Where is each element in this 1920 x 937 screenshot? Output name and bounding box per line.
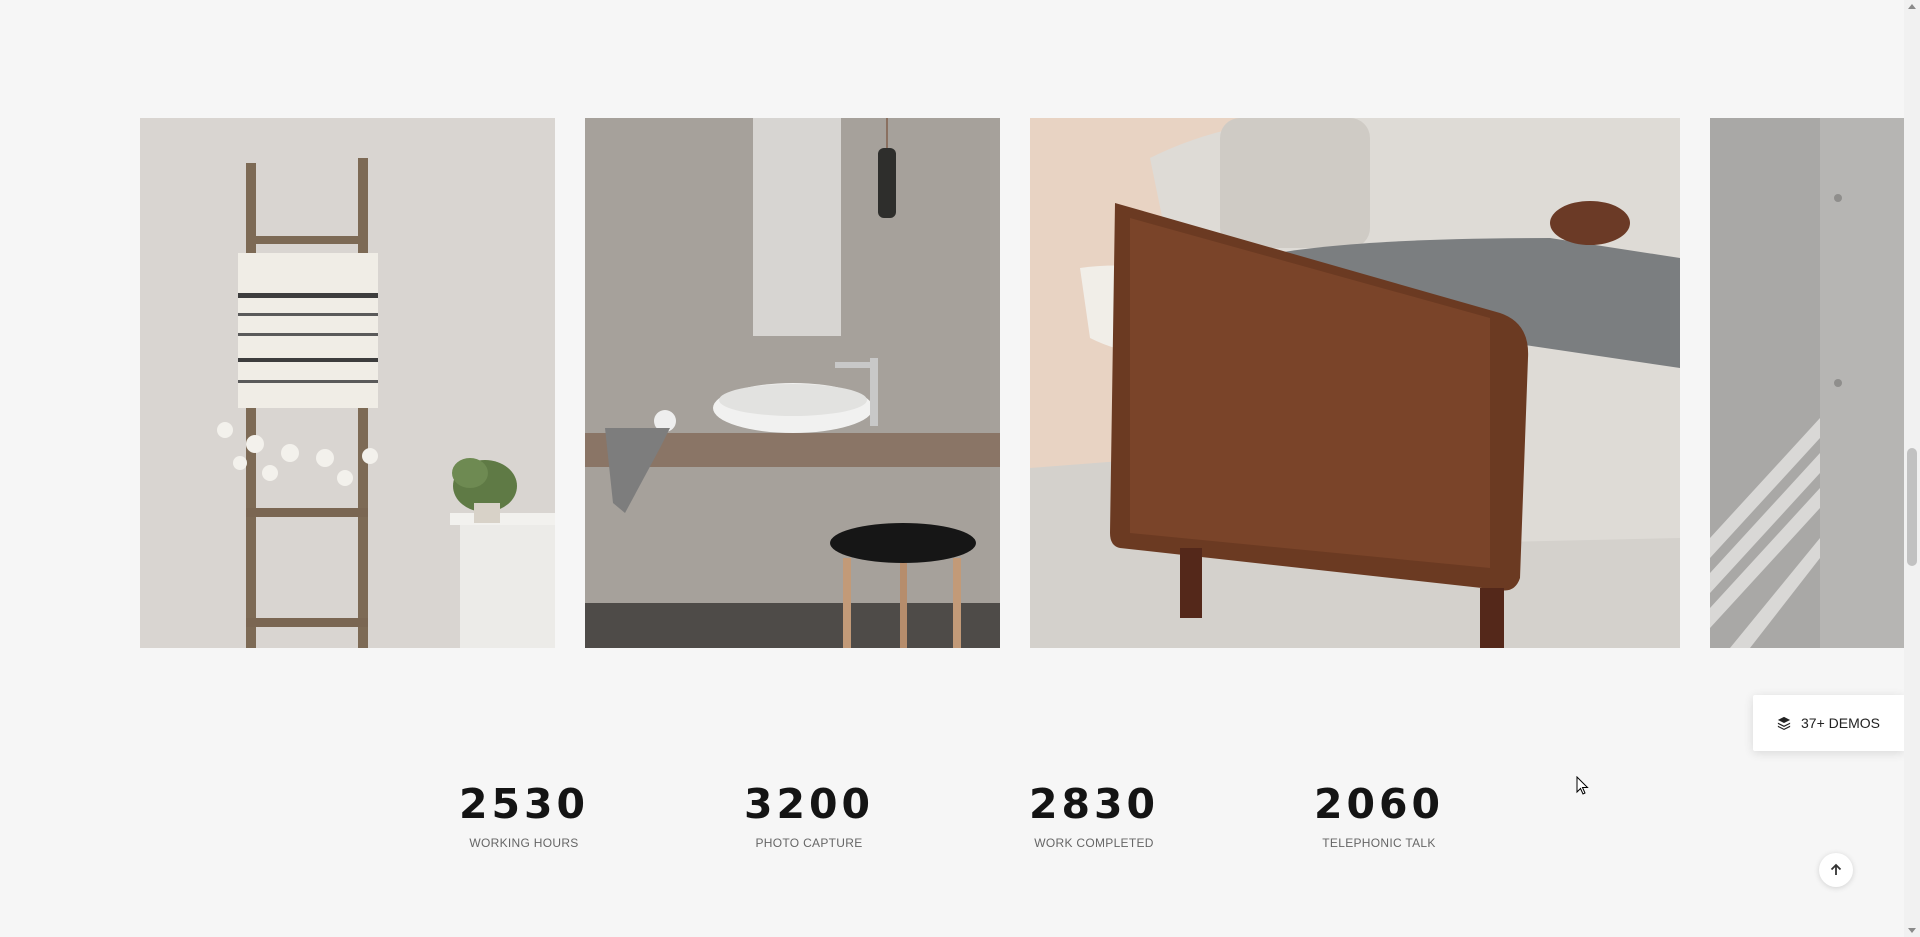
stats-counters: 2530 WORKING HOURS 3200 PHOTO CAPTURE 28… <box>0 780 1904 860</box>
counter-value: 2830 <box>1028 780 1160 828</box>
counter-telephonic-talk: 2060 TELEPHONIC TALK <box>1259 780 1499 850</box>
counter-label: WORKING HOURS <box>469 836 579 850</box>
gallery-image-concrete[interactable] <box>1710 118 1904 648</box>
counter-label: TELEPHONIC TALK <box>1322 836 1436 850</box>
counter-photo-capture: 3200 PHOTO CAPTURE <box>689 780 929 850</box>
ladder-blanket-photo <box>140 118 555 648</box>
scroll-thumb[interactable] <box>1907 448 1917 566</box>
bathroom-sink-photo <box>585 118 1000 648</box>
counter-value: 3200 <box>743 780 875 828</box>
scroll-down-arrow[interactable] <box>1908 928 1916 933</box>
gallery-image-armchair[interactable] <box>1030 118 1680 648</box>
gallery-image-bathroom[interactable] <box>585 118 1000 648</box>
concrete-wall-shadow-photo <box>1710 118 1904 648</box>
arrow-up-icon <box>1830 863 1842 875</box>
demos-button-label: 37+ DEMOS <box>1801 715 1880 731</box>
armchair-lounging-photo <box>1030 118 1680 648</box>
back-to-top-button[interactable] <box>1819 853 1853 887</box>
counter-working-hours: 2530 WORKING HOURS <box>404 780 644 850</box>
demos-button[interactable]: 37+ DEMOS <box>1753 695 1904 751</box>
scroll-up-arrow[interactable] <box>1908 4 1916 9</box>
counter-work-completed: 2830 WORK COMPLETED <box>974 780 1214 850</box>
counter-value: 2060 <box>1313 780 1445 828</box>
page-scrollbar[interactable] <box>1904 0 1920 937</box>
counter-label: WORK COMPLETED <box>1034 836 1154 850</box>
counter-label: PHOTO CAPTURE <box>755 836 863 850</box>
gallery-image-ladder[interactable] <box>140 118 555 648</box>
layers-icon <box>1777 716 1791 730</box>
counter-value: 2530 <box>458 780 590 828</box>
